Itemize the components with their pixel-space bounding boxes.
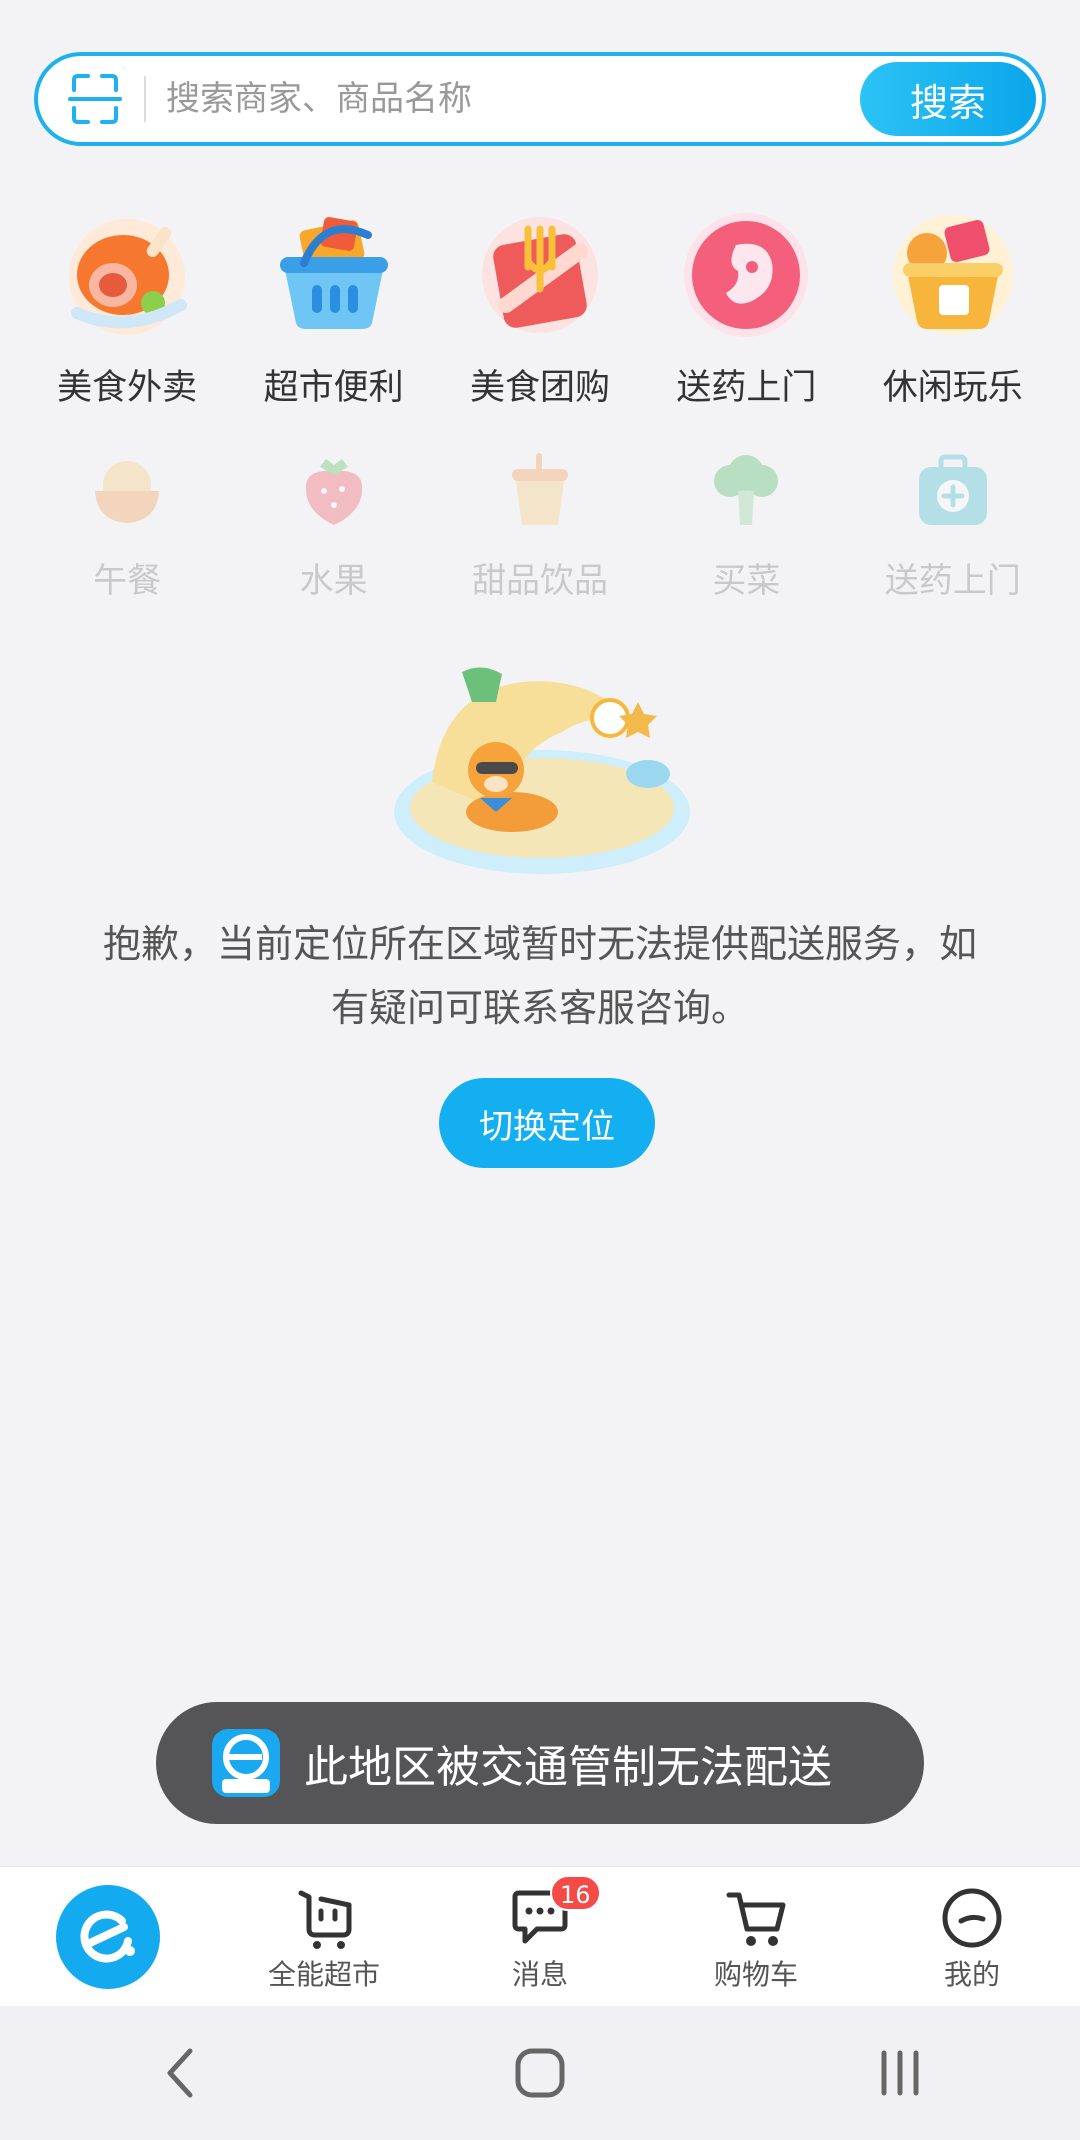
category-dessert-drinks[interactable]: 甜品饮品 (450, 445, 630, 602)
category-medicine[interactable]: 送药上门 (656, 205, 836, 410)
nav-messages[interactable]: 16 消息 (432, 1867, 648, 2006)
nav-label: 全能超市 (267, 1958, 380, 1991)
search-divider (144, 76, 146, 122)
bottom-nav: 全能超市 16 消息 购物车 我的 (0, 1866, 1080, 2006)
category-label: 午餐 (93, 561, 162, 601)
toast: 此地区被交通管制无法配送 (156, 1702, 924, 1824)
category-label: 买菜 (712, 561, 781, 601)
pill-icon (684, 213, 809, 337)
no-delivery-message: 抱歉，当前定位所在区域暂时无法提供配送服务，如有疑问可联系客服咨询。 (102, 922, 977, 1030)
category-group-buy[interactable]: 美食团购 (450, 205, 630, 410)
category-grid-secondary: 午餐 水果 甜品饮品 买菜 送药上门 (0, 445, 1080, 602)
message-count-badge: 16 (550, 1875, 601, 1911)
category-label: 送药上门 (676, 368, 817, 408)
category-label: 超市便利 (263, 368, 404, 408)
search-bar: 搜索 (34, 52, 1046, 146)
roast-chicken-icon (69, 219, 188, 335)
category-fruit[interactable]: 水果 (244, 445, 424, 602)
smiley-icon (942, 1888, 1002, 1948)
category-grid-main: 美食外卖 超市便利 美食团购 送药上门 休闲玩乐 (0, 205, 1080, 410)
category-label: 送药上门 (884, 561, 1021, 601)
fork-envelope-icon (481, 217, 598, 333)
broccoli-icon (714, 455, 779, 525)
search-button[interactable]: 搜索 (860, 62, 1036, 136)
category-groceries[interactable]: 买菜 (656, 445, 836, 602)
search-input[interactable] (166, 66, 786, 132)
system-nav-bar (0, 2006, 1080, 2140)
category-leisure[interactable]: 休闲玩乐 (863, 205, 1043, 410)
toast-text: 此地区被交通管制无法配送 (304, 1742, 832, 1793)
category-lunch[interactable]: 午餐 (37, 445, 217, 602)
nav-supermarket[interactable]: 全能超市 (216, 1867, 432, 2006)
home-logo-icon (56, 1885, 160, 1989)
category-food-delivery[interactable]: 美食外卖 (37, 205, 217, 410)
category-label: 甜品饮品 (471, 561, 608, 601)
back-button[interactable] (135, 2028, 225, 2118)
recent-apps-icon (881, 2050, 919, 2096)
nav-label: 消息 (511, 1958, 568, 1991)
category-label: 美食外卖 (57, 368, 198, 408)
strawberry-icon (305, 459, 362, 525)
nav-cart[interactable]: 购物车 (648, 1867, 864, 2006)
category-label: 休闲玩乐 (882, 368, 1023, 408)
nav-label: 购物车 (713, 1958, 798, 1991)
category-label: 水果 (299, 561, 368, 601)
shopping-cart-icon (726, 1892, 786, 1946)
category-supermarket[interactable]: 超市便利 (244, 205, 424, 410)
category-medicine-delivery[interactable]: 送药上门 (863, 445, 1043, 602)
medical-kit-icon (918, 454, 987, 525)
no-service-illustration (394, 667, 690, 874)
scan-icon[interactable] (66, 70, 124, 128)
drink-cup-icon (511, 453, 568, 525)
back-chevron-icon (167, 2048, 193, 2098)
app-logo-icon (212, 1729, 280, 1797)
nav-home[interactable] (0, 1867, 216, 2006)
switch-location-button[interactable]: 切换定位 (439, 1078, 655, 1168)
home-button[interactable] (495, 2028, 585, 2118)
nav-label: 我的 (943, 1958, 1000, 1991)
category-label: 美食团购 (469, 368, 610, 408)
nav-profile[interactable]: 我的 (864, 1867, 1080, 2006)
home-square-icon (515, 2048, 565, 2098)
cart-basket-icon (298, 1890, 352, 1949)
shopping-basket-icon (279, 217, 388, 329)
recent-apps-button[interactable] (855, 2028, 945, 2118)
gift-basket-icon (892, 215, 1013, 335)
rice-bowl-icon (95, 461, 160, 523)
